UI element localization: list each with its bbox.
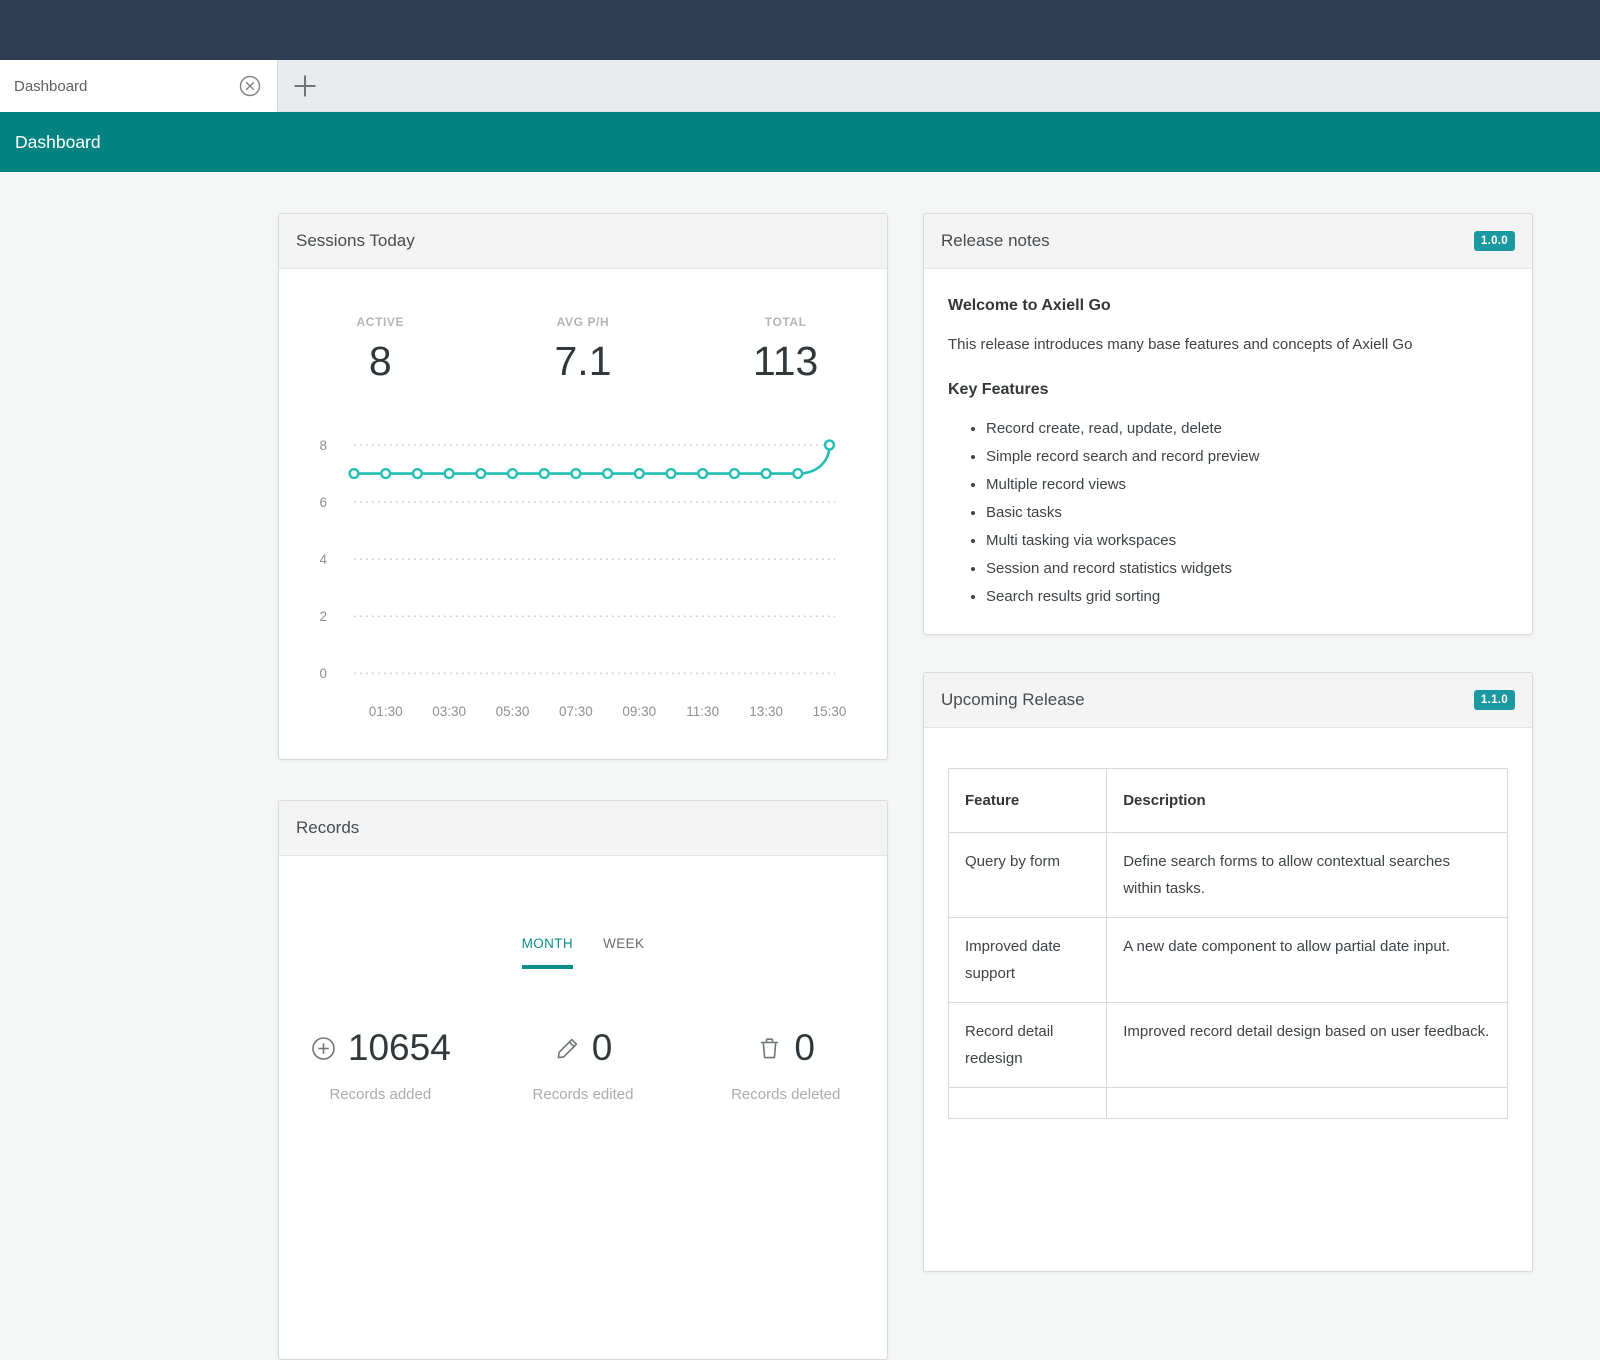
description-cell: Define search forms to allow contextual … — [1107, 833, 1508, 918]
stat-active-value: 8 — [279, 338, 482, 385]
sessions-card-header: Sessions Today — [279, 214, 887, 269]
feature-table-row: Query by formDefine search forms to allo… — [949, 833, 1508, 918]
records-deleted-label: Records deleted — [731, 1086, 840, 1103]
svg-text:4: 4 — [319, 552, 327, 567]
svg-text:05:30: 05:30 — [496, 704, 530, 719]
svg-text:2: 2 — [319, 609, 327, 624]
key-features-heading: Key Features — [948, 381, 1508, 399]
upcoming-release-body: Feature Description Query by formDefine … — [924, 728, 1532, 1143]
new-tab-plus-icon[interactable] — [292, 73, 318, 99]
stat-total-value: 113 — [684, 338, 887, 385]
stat-total: TOTAL 113 — [684, 315, 887, 385]
close-tab-icon[interactable] — [237, 73, 263, 99]
feature-table-row — [949, 1088, 1508, 1119]
release-notes-card: Release notes 1.0.0 Welcome to Axiell Go… — [923, 213, 1533, 635]
feature-item: Session and record statistics widgets — [986, 555, 1508, 583]
stat-active-label: ACTIVE — [279, 315, 482, 329]
release-notes-header: Release notes 1.0.0 — [924, 214, 1532, 269]
records-card-title: Records — [296, 818, 870, 838]
release-notes-body: Welcome to Axiell Go This release introd… — [924, 269, 1532, 635]
sessions-line-chart: 8 6 4 2 0 01:30 03:30 05:30 07:30 09:30 11:30 13:30… — [279, 424, 889, 744]
feature-item: Multi tasking via workspaces — [986, 527, 1508, 555]
records-deleted-value: 0 — [794, 1027, 815, 1069]
feature-item: Search results grid sorting — [986, 583, 1508, 611]
description-cell — [1107, 1088, 1508, 1119]
records-added-label: Records added — [329, 1086, 431, 1103]
records-stats-row: 10654 Records added 0 Records edited 0 — [279, 1027, 887, 1103]
feature-table: Feature Description Query by formDefine … — [948, 768, 1508, 1119]
sessions-stats-row: ACTIVE 8 AVG P/H 7.1 TOTAL 113 — [279, 315, 887, 385]
svg-text:15:30: 15:30 — [813, 704, 847, 719]
feature-cell: Query by form — [949, 833, 1107, 918]
stat-avg-ph: AVG P/H 7.1 — [482, 315, 685, 385]
svg-text:11:30: 11:30 — [686, 704, 719, 719]
upcoming-release-card: Upcoming Release 1.1.0 Feature Descripti… — [923, 672, 1533, 1272]
tab-dashboard[interactable]: Dashboard — [0, 60, 278, 112]
stat-total-label: TOTAL — [684, 315, 887, 329]
records-period-tabs: MONTH WEEK — [279, 936, 887, 969]
feature-item: Record create, read, update, delete — [986, 415, 1508, 443]
page-title: Dashboard — [15, 132, 101, 153]
svg-text:03:30: 03:30 — [432, 704, 466, 719]
records-edited-stat: 0 Records edited — [482, 1027, 685, 1103]
version-badge-100: 1.0.0 — [1474, 231, 1515, 251]
feature-item: Basic tasks — [986, 499, 1508, 527]
description-cell: Improved record detail design based on u… — [1107, 1003, 1508, 1088]
svg-text:13:30: 13:30 — [749, 704, 783, 719]
svg-text:0: 0 — [319, 666, 327, 681]
tab-week[interactable]: WEEK — [603, 936, 644, 969]
add-circle-icon — [310, 1035, 337, 1062]
upcoming-release-header: Upcoming Release 1.1.0 — [924, 673, 1532, 728]
key-features-list: Record create, read, update, deleteSimpl… — [986, 415, 1508, 611]
sessions-card-title: Sessions Today — [296, 231, 870, 251]
feature-table-row: Record detail redesignImproved record de… — [949, 1003, 1508, 1088]
records-card-header: Records — [279, 801, 887, 856]
feature-table-header-row: Feature Description — [949, 769, 1508, 833]
page-header: Dashboard — [0, 112, 1600, 172]
svg-text:09:30: 09:30 — [622, 704, 656, 719]
workspace-tab-bar: Dashboard — [0, 60, 1600, 112]
records-added-stat: 10654 Records added — [279, 1027, 482, 1103]
feature-item: Multiple record views — [986, 471, 1508, 499]
feature-cell: Improved date support — [949, 918, 1107, 1003]
welcome-text: This release introduces many base featur… — [948, 334, 1508, 355]
trash-icon — [756, 1035, 783, 1062]
app-top-bar — [0, 0, 1600, 60]
tab-month[interactable]: MONTH — [522, 936, 574, 969]
records-deleted-stat: 0 Records deleted — [684, 1027, 887, 1103]
pencil-icon — [554, 1035, 581, 1062]
feature-cell: Record detail redesign — [949, 1003, 1107, 1088]
release-notes-title: Release notes — [941, 231, 1474, 251]
svg-text:8: 8 — [319, 438, 327, 453]
feature-item: Simple record search and record preview — [986, 443, 1508, 471]
records-added-value: 10654 — [348, 1027, 451, 1069]
tab-dashboard-label: Dashboard — [14, 78, 237, 95]
records-card: Records MONTH WEEK 10654 Records added 0 — [278, 800, 888, 1360]
svg-text:07:30: 07:30 — [559, 704, 593, 719]
feature-table-row: Improved date supportA new date componen… — [949, 918, 1508, 1003]
stat-avg-ph-label: AVG P/H — [482, 315, 685, 329]
records-edited-label: Records edited — [533, 1086, 634, 1103]
svg-text:01:30: 01:30 — [369, 704, 403, 719]
records-edited-value: 0 — [592, 1027, 613, 1069]
stat-avg-ph-value: 7.1 — [482, 338, 685, 385]
stat-active: ACTIVE 8 — [279, 315, 482, 385]
description-column-header: Description — [1107, 769, 1508, 833]
welcome-heading: Welcome to Axiell Go — [948, 297, 1508, 315]
sessions-today-card: Sessions Today ACTIVE 8 AVG P/H 7.1 TOTA… — [278, 213, 888, 760]
version-badge-110: 1.1.0 — [1474, 690, 1515, 710]
feature-column-header: Feature — [949, 769, 1107, 833]
upcoming-release-title: Upcoming Release — [941, 690, 1474, 710]
description-cell: A new date component to allow partial da… — [1107, 918, 1508, 1003]
feature-table-body: Query by formDefine search forms to allo… — [949, 833, 1508, 1119]
feature-cell — [949, 1088, 1107, 1119]
svg-text:6: 6 — [319, 495, 327, 510]
